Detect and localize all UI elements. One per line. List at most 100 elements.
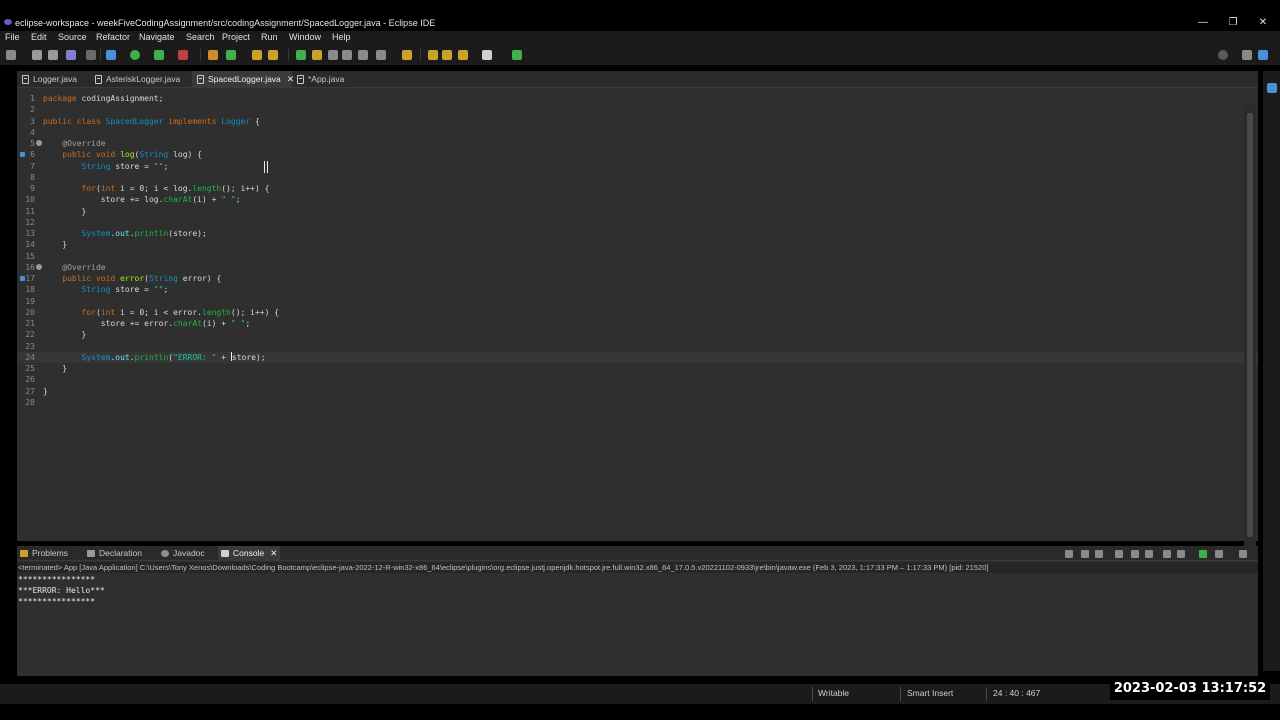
close-window-button[interactable]: ✕ <box>1248 15 1278 31</box>
code-line[interactable]: 8 <box>17 172 1258 183</box>
search-tool-icon[interactable] <box>268 50 278 60</box>
prev-edit-icon[interactable] <box>402 50 412 60</box>
show-on-output-icon[interactable] <box>1163 550 1171 558</box>
code-line[interactable]: 2 <box>17 104 1258 115</box>
code-line[interactable]: 1 package codingAssignment; <box>17 93 1258 104</box>
code-line[interactable]: 4 <box>17 127 1258 138</box>
tab-problems[interactable]: Problems <box>17 546 82 561</box>
code-line[interactable]: 11 } <box>17 206 1258 217</box>
run-icon[interactable] <box>130 50 140 60</box>
menu-navigate[interactable]: Navigate <box>139 32 175 42</box>
menu-edit[interactable]: Edit <box>31 32 47 42</box>
code-line[interactable]: 14 } <box>17 239 1258 250</box>
code-line[interactable]: 13 System.out.println(store); <box>17 228 1258 239</box>
outline-icon[interactable] <box>1267 83 1277 93</box>
code-line[interactable]: 26 <box>17 374 1258 385</box>
coverage-icon[interactable] <box>154 50 164 60</box>
terminate-icon[interactable] <box>1065 550 1073 558</box>
restore-button[interactable]: ❐ <box>1218 15 1248 31</box>
open-perspective-icon[interactable] <box>1242 50 1252 60</box>
code-line[interactable]: 24 System.out.println("ERROR: " + store)… <box>17 351 1258 363</box>
code-line[interactable]: 27} <box>17 386 1258 397</box>
tab-declaration[interactable]: Declaration <box>84 546 156 561</box>
new-icon[interactable] <box>6 50 16 60</box>
code-line[interactable]: 25 } <box>17 363 1258 374</box>
tab-javadoc[interactable]: Javadoc <box>158 546 216 561</box>
toggle-mark-icon[interactable] <box>312 50 322 60</box>
menu-project[interactable]: Project <box>222 32 250 42</box>
tab-app-java[interactable]: *App.java <box>292 71 352 88</box>
code-line[interactable]: 22 } <box>17 329 1258 340</box>
code-line[interactable]: 6 public void log(String log) { <box>17 149 1258 160</box>
main-toolbar <box>0 45 1280 65</box>
tab-logger-java[interactable]: Logger.java <box>17 71 87 88</box>
tab-console[interactable]: Console ✕ <box>218 546 280 561</box>
code-line[interactable]: 17 public void error(String error) { <box>17 273 1258 284</box>
menu-source[interactable]: Source <box>58 32 87 42</box>
fold-toggle-icon[interactable] <box>36 140 42 146</box>
code-text: public class SpacedLogger implements Log… <box>43 116 260 126</box>
show-on-error-icon[interactable] <box>1177 550 1185 558</box>
open-type-icon[interactable] <box>252 50 262 60</box>
block-selection-icon[interactable] <box>328 50 338 60</box>
bottom-panel: Problems Declaration Javadoc Console ✕ <t… <box>17 546 1258 676</box>
save-all-icon[interactable] <box>48 50 58 60</box>
menu-window[interactable]: Window <box>289 32 321 42</box>
external-tools-icon[interactable] <box>178 50 188 60</box>
scroll-thumb[interactable] <box>1247 113 1253 537</box>
scroll-lock-icon[interactable] <box>1131 550 1139 558</box>
code-line[interactable]: 28 <box>17 397 1258 408</box>
back-icon[interactable] <box>428 50 438 60</box>
code-line[interactable]: 15 <box>17 251 1258 262</box>
open-console-icon[interactable] <box>1239 550 1247 558</box>
tab-asterisklogger-java[interactable]: AsteriskLogger.java <box>90 71 190 88</box>
code-editor[interactable]: 1 package codingAssignment; 2 3 public class… <box>17 88 1258 554</box>
code-line[interactable]: 19 <box>17 296 1258 307</box>
new-package-icon[interactable] <box>226 50 236 60</box>
remove-all-launches-icon[interactable] <box>1095 550 1103 558</box>
skip-breakpoints-icon[interactable] <box>86 50 96 60</box>
menu-help[interactable]: Help <box>332 32 351 42</box>
menu-search[interactable]: Search <box>186 32 215 42</box>
display-console-icon[interactable] <box>1215 550 1223 558</box>
debug-icon[interactable] <box>106 50 116 60</box>
java-perspective-icon[interactable] <box>1258 50 1268 60</box>
code-line[interactable]: 18 String store = ""; <box>17 284 1258 295</box>
tab-spacedlogger-java[interactable]: SpacedLogger.java ✕ <box>192 71 294 88</box>
pin-editor-icon[interactable] <box>512 50 522 60</box>
search-icon[interactable] <box>1218 50 1228 60</box>
code-line[interactable]: 9 for(int i = 0; i < log.length(); i++) … <box>17 183 1258 194</box>
code-line[interactable]: 20 for(int i = 0; i < error.length(); i+… <box>17 307 1258 318</box>
code-line[interactable]: 21 store += error.charAt(i) + " "; <box>17 318 1258 329</box>
code-line[interactable]: 10 store += log.charAt(i) + " "; <box>17 194 1258 205</box>
remove-launch-icon[interactable] <box>1081 550 1089 558</box>
new-java-project-icon[interactable] <box>208 50 218 60</box>
menu-refactor[interactable]: Refactor <box>96 32 130 42</box>
show-whitespace-icon[interactable] <box>342 50 352 60</box>
code-line[interactable]: 3 public class SpacedLogger implements Lo… <box>17 116 1258 127</box>
close-tab-icon[interactable]: ✕ <box>270 548 277 558</box>
code-text: public void log(String log) { <box>62 150 202 160</box>
code-line[interactable]: 23 <box>17 341 1258 352</box>
next-annotation-icon[interactable] <box>296 50 306 60</box>
navigate-forward-icon[interactable] <box>482 50 492 60</box>
last-edit-icon[interactable] <box>458 50 468 60</box>
forward-icon[interactable] <box>442 50 452 60</box>
terminal-icon[interactable] <box>66 50 76 60</box>
code-line[interactable]: 16 @Override <box>17 262 1258 273</box>
fold-toggle-icon[interactable] <box>36 263 42 270</box>
code-line[interactable]: 7 String store = ""; <box>17 161 1258 172</box>
save-icon[interactable] <box>32 50 42 60</box>
eclipse-icon <box>4 19 12 25</box>
pilcrow-icon[interactable] <box>358 50 368 60</box>
code-line[interactable]: 12 <box>17 217 1258 228</box>
minimize-button[interactable]: — <box>1188 15 1218 31</box>
word-wrap-icon[interactable] <box>1145 550 1153 558</box>
next-edit-icon[interactable] <box>376 50 386 60</box>
code-line[interactable]: 5 @Override <box>17 138 1258 149</box>
menu-file[interactable]: File <box>5 32 20 42</box>
vertical-scrollbar[interactable] <box>1244 105 1256 546</box>
pin-console-icon[interactable] <box>1199 550 1207 558</box>
clear-console-icon[interactable] <box>1115 550 1123 558</box>
menu-run[interactable]: Run <box>261 32 278 42</box>
